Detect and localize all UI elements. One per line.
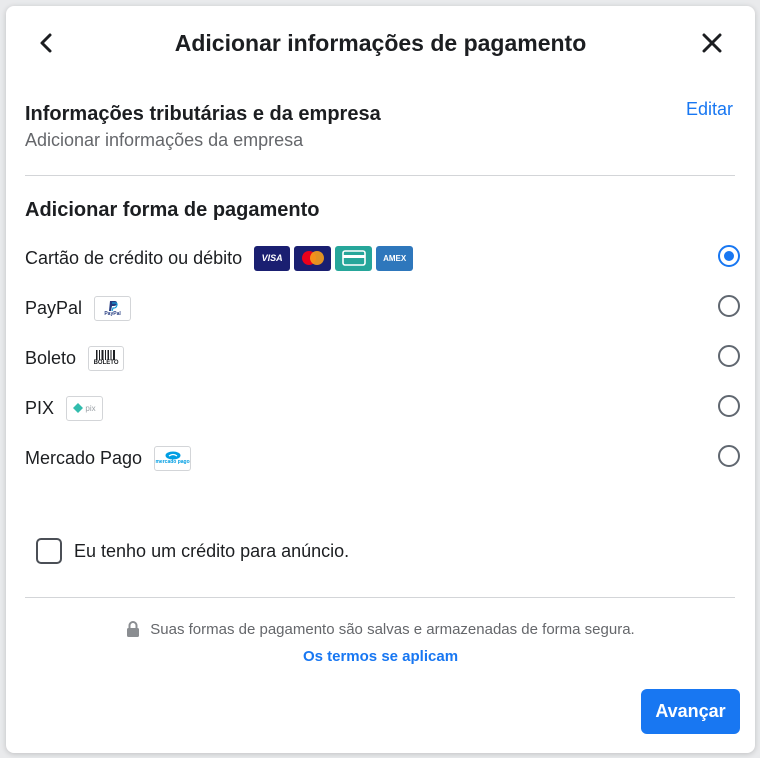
payment-option-paypal[interactable]: PayPal PayPal (25, 291, 743, 325)
business-info-subtitle: Adicionar informações da empresa (25, 130, 304, 150)
radio-unselected[interactable] (718, 395, 740, 417)
payment-option-label: PayPal (25, 297, 83, 318)
ad-credit-label: Eu tenho um crédito para anúncio. (74, 540, 350, 561)
mastercard-icon (294, 245, 332, 271)
close-icon (702, 33, 722, 53)
payment-method-title: Adicionar forma de pagamento (25, 199, 320, 221)
payment-option-label: Boleto (25, 347, 77, 368)
payment-option-boleto[interactable]: Boleto BOLETO (25, 341, 743, 375)
amex-icon: AMEX (376, 245, 414, 271)
generic-card-icon (335, 245, 373, 271)
payment-option-mercado-pago[interactable]: Mercado Pago mercado pago (25, 441, 743, 475)
edit-link[interactable]: Editar (686, 99, 733, 120)
divider (25, 175, 735, 176)
secure-notice: Suas formas de pagamento são salvas e ar… (6, 620, 755, 638)
payment-dialog: Adicionar informações de pagamento Infor… (6, 6, 755, 753)
payment-option-label: Mercado Pago (25, 447, 143, 468)
business-info-title: Informações tributárias e da empresa (25, 103, 381, 125)
visa-icon: VISA (254, 245, 291, 271)
divider (25, 597, 735, 598)
mercado-pago-icon: mercado pago (154, 445, 192, 471)
pix-icon: pix (66, 395, 104, 421)
radio-unselected[interactable] (718, 445, 740, 467)
terms-link[interactable]: Os termos se aplicam (6, 648, 755, 665)
dialog-title: Adicionar informações de pagamento (174, 30, 587, 56)
next-button[interactable]: Avançar (641, 689, 740, 734)
payment-option-label: Cartão de crédito ou débito (25, 247, 243, 268)
payment-option-pix[interactable]: PIX pix (25, 391, 743, 425)
close-button[interactable] (694, 25, 730, 61)
lock-icon (126, 620, 140, 638)
payment-option-label: PIX (25, 397, 55, 418)
ad-credit-checkbox[interactable] (36, 538, 62, 564)
paypal-icon: PayPal (94, 295, 132, 321)
ad-credit-checkbox-row[interactable]: Eu tenho um crédito para anúncio. (36, 538, 349, 564)
boleto-icon: BOLETO (88, 345, 125, 371)
payment-option-card[interactable]: Cartão de crédito ou débito VISA AMEX (25, 241, 743, 275)
radio-selected[interactable] (718, 245, 740, 267)
secure-text: Suas formas de pagamento são salvas e ar… (150, 620, 635, 638)
radio-unselected[interactable] (718, 345, 740, 367)
radio-unselected[interactable] (718, 295, 740, 317)
